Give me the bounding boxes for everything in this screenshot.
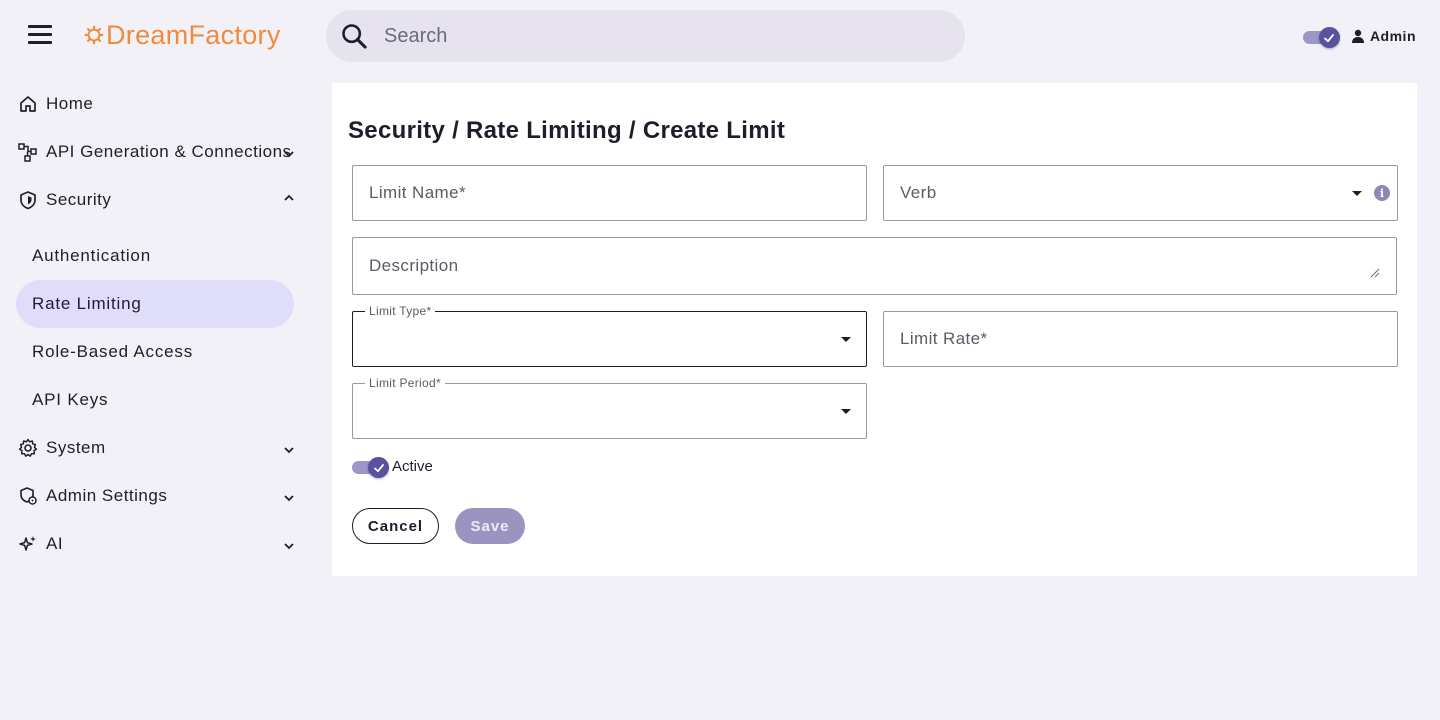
person-icon: [1351, 29, 1364, 43]
sidebar-item-admin-settings[interactable]: Admin Settings: [0, 472, 310, 520]
connections-icon: [18, 143, 37, 162]
home-icon: [20, 96, 36, 112]
page-title: Security / Rate Limiting / Create Limit: [348, 117, 786, 144]
limit-name-placeholder: Limit Name*: [369, 183, 466, 202]
active-toggle[interactable]: [352, 456, 389, 478]
top-bar: DreamFactory Admin: [0, 0, 1440, 72]
theme-toggle[interactable]: [1302, 26, 1340, 48]
chevron-down-icon[interactable]: [282, 491, 296, 505]
gear-icon: [84, 25, 104, 45]
limit-name-field[interactable]: Limit Name*: [352, 165, 867, 221]
active-toggle-row: Active: [352, 456, 433, 478]
sidebar-item-ai[interactable]: AI: [0, 520, 310, 568]
sidebar-subitem-rate-limiting[interactable]: Rate Limiting: [16, 280, 294, 328]
menu-icon[interactable]: [28, 25, 52, 47]
sidebar-subitem-label: Rate Limiting: [32, 294, 142, 313]
user-menu[interactable]: Admin: [1351, 28, 1416, 44]
brand-name: DreamFactory: [106, 19, 281, 50]
resize-handle-icon[interactable]: [1370, 268, 1380, 278]
sparkle-icon: [19, 536, 36, 551]
create-limit-card: Security / Rate Limiting / Create Limit …: [332, 83, 1417, 576]
limit-period-label: Limit Period*: [365, 376, 445, 390]
search-input[interactable]: [384, 24, 904, 48]
verb-select[interactable]: Verb i: [883, 165, 1398, 221]
info-icon[interactable]: i: [1374, 185, 1390, 201]
description-placeholder: Description: [369, 256, 459, 275]
sidebar: Home API Generation & Connections Securi…: [0, 80, 310, 568]
chevron-down-icon[interactable]: [282, 539, 296, 553]
limit-type-select[interactable]: Limit Type*: [352, 304, 867, 367]
sidebar-subitem-label: API Keys: [32, 390, 109, 409]
chevron-down-icon[interactable]: [282, 147, 296, 161]
chevron-down-icon[interactable]: [282, 443, 296, 457]
limit-rate-placeholder: Limit Rate*: [900, 329, 988, 348]
caret-down-icon: [1352, 191, 1362, 196]
sidebar-item-home[interactable]: Home: [0, 80, 310, 128]
cancel-button[interactable]: Cancel: [352, 508, 439, 544]
search-icon: [342, 24, 367, 49]
shield-icon: [20, 191, 36, 210]
limit-type-label: Limit Type*: [365, 304, 436, 318]
sidebar-item-security[interactable]: Security: [0, 176, 310, 224]
sidebar-subitem-role-based-access[interactable]: Role-Based Access: [16, 328, 294, 376]
caret-down-icon: [841, 337, 851, 342]
sidebar-item-label: Home: [46, 94, 94, 113]
sidebar-item-label: AI: [46, 534, 64, 553]
sidebar-item-label: Security: [46, 190, 112, 209]
sidebar-item-label: System: [46, 438, 106, 457]
caret-down-icon: [841, 409, 851, 414]
sidebar-subitem-authentication[interactable]: Authentication: [16, 232, 294, 280]
sidebar-subitem-label: Role-Based Access: [32, 342, 194, 361]
sidebar-subitem-label: Authentication: [32, 246, 151, 265]
gear-icon: [18, 438, 38, 457]
sidebar-item-label: API Generation & Connections: [46, 142, 292, 161]
admin-settings-icon: [20, 487, 37, 505]
limit-rate-field[interactable]: Limit Rate*: [883, 311, 1398, 367]
chevron-up-icon[interactable]: [282, 191, 296, 205]
sidebar-item-system[interactable]: System: [0, 424, 310, 472]
check-icon: [1324, 33, 1335, 42]
search-bar[interactable]: [326, 10, 965, 62]
limit-period-select[interactable]: Limit Period*: [352, 376, 867, 439]
description-field[interactable]: Description: [352, 237, 1397, 295]
check-icon: [373, 463, 384, 472]
verb-placeholder: Verb: [900, 183, 937, 202]
sidebar-item-label: Admin Settings: [46, 486, 168, 505]
active-label: Active: [392, 457, 433, 475]
user-name: Admin: [1369, 28, 1416, 44]
brand-logo[interactable]: DreamFactory: [84, 18, 281, 52]
sidebar-subitem-api-keys[interactable]: API Keys: [16, 376, 294, 424]
sidebar-item-api-generation[interactable]: API Generation & Connections: [0, 128, 310, 176]
save-button[interactable]: Save: [455, 508, 525, 544]
